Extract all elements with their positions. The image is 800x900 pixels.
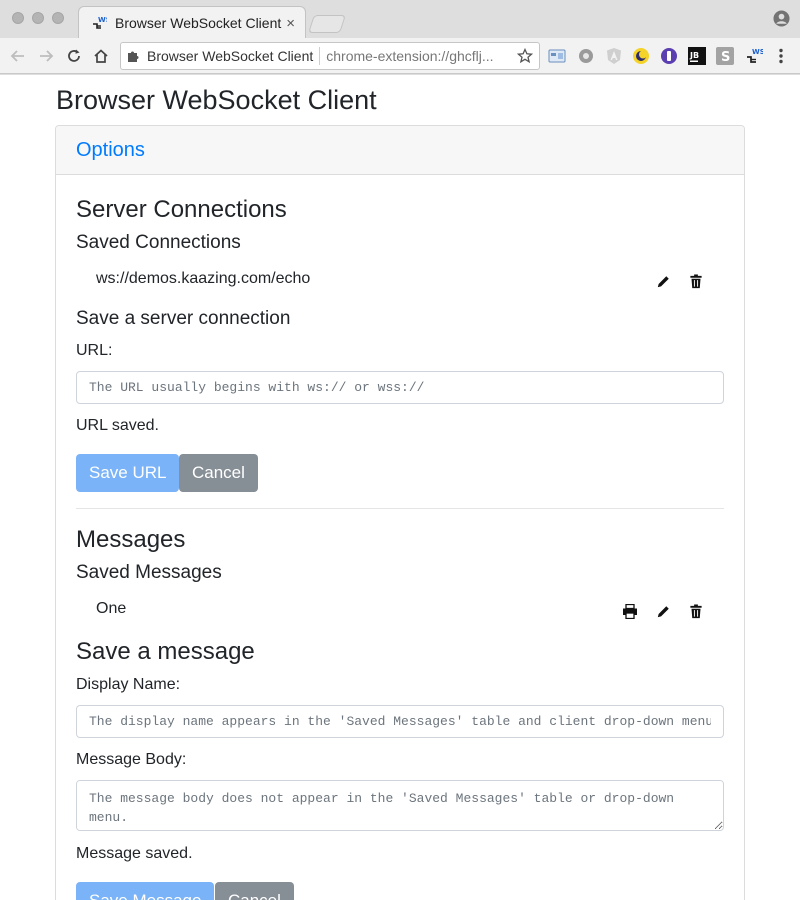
message-body-label: Message Body: — [76, 751, 187, 768]
bookmark-star-icon[interactable] — [517, 48, 533, 64]
trash-icon — [690, 273, 702, 288]
edit-connection-button[interactable] — [654, 272, 672, 290]
options-link[interactable]: Options — [76, 139, 145, 161]
purple-extension-icon[interactable] — [660, 47, 678, 65]
svg-text:JB: JB — [689, 51, 699, 60]
saved-message-name: One — [96, 600, 127, 617]
trash-icon — [690, 603, 702, 618]
angular-extension-icon[interactable] — [605, 47, 623, 65]
section-divider — [76, 508, 724, 509]
browser-toolbar: Browser WebSocket Client chrome-extensio… — [0, 38, 800, 74]
url-label: URL: — [76, 342, 113, 359]
websocket-extension-icon[interactable]: WS — [745, 47, 763, 65]
s-letter-icon: S — [716, 47, 734, 65]
home-button[interactable] — [91, 46, 111, 66]
websocket-favicon-icon: WS — [93, 16, 107, 29]
tab-title: Browser WebSocket Client — [115, 15, 282, 31]
url-saved-status: URL saved. — [76, 417, 159, 434]
options-card-header: Options — [56, 126, 744, 175]
home-icon — [94, 49, 108, 63]
saved-message-row: One — [76, 596, 724, 626]
angular-shield-icon — [607, 48, 621, 64]
screen-extension-icon[interactable] — [548, 47, 566, 65]
arrow-left-icon — [10, 50, 24, 62]
forward-button[interactable] — [36, 46, 56, 66]
reload-icon — [68, 49, 80, 62]
cancel-message-button[interactable]: Cancel — [215, 882, 294, 900]
display-name-input[interactable] — [76, 705, 724, 738]
message-saved-status: Message saved. — [76, 845, 193, 862]
gear-icon — [579, 49, 593, 63]
save-server-connection-heading: Save a server connection — [76, 308, 291, 329]
jetbrains-icon: JB — [688, 47, 706, 65]
omnibox-url: chrome-extension://ghcflj... — [326, 48, 494, 64]
browser-tab-strip: WS Browser WebSocket Client × — [0, 0, 800, 39]
moon-extension-icon[interactable] — [632, 47, 650, 65]
purple-circle-icon — [661, 48, 677, 64]
browser-tab-active[interactable]: WS Browser WebSocket Client × — [78, 6, 306, 39]
websocket-icon: WS — [747, 48, 763, 63]
svg-text:S: S — [721, 50, 730, 65]
omnibox-page-title: Browser WebSocket Client — [147, 48, 314, 64]
window-minimize-button[interactable] — [32, 12, 44, 24]
svg-text:WS: WS — [98, 16, 107, 24]
address-bar[interactable]: Browser WebSocket Client chrome-extensio… — [120, 42, 540, 70]
browser-menu-icon[interactable] — [776, 47, 786, 65]
page-viewport: Browser WebSocket Client Options Server … — [0, 75, 800, 900]
options-card: Options Server Connections Saved Connect… — [55, 125, 745, 900]
printer-icon — [623, 603, 637, 619]
svg-text:WS: WS — [752, 48, 763, 56]
saved-connections-heading: Saved Connections — [76, 232, 241, 253]
display-name-label: Display Name: — [76, 676, 181, 693]
pencil-icon — [657, 605, 669, 617]
save-url-button[interactable]: Save URL — [76, 454, 180, 492]
cancel-url-button[interactable]: Cancel — [179, 454, 258, 492]
server-connections-heading: Server Connections — [76, 196, 287, 223]
omnibox-separator — [319, 47, 321, 65]
arrow-right-icon — [40, 50, 54, 62]
new-tab-button[interactable] — [308, 15, 346, 33]
pencil-icon — [657, 275, 669, 287]
saved-connection-row: ws://demos.kaazing.com/echo — [76, 266, 724, 296]
delete-message-button[interactable] — [687, 602, 705, 620]
window-zoom-button[interactable] — [52, 12, 64, 24]
profile-icon[interactable] — [773, 10, 790, 27]
delete-connection-button[interactable] — [687, 272, 705, 290]
saved-messages-heading: Saved Messages — [76, 562, 222, 583]
reload-button[interactable] — [64, 46, 84, 66]
settings-extension-icon[interactable] — [577, 47, 595, 65]
message-body-textarea[interactable] — [76, 780, 724, 831]
print-message-button[interactable] — [621, 602, 639, 620]
window-close-button[interactable] — [12, 12, 24, 24]
save-message-button[interactable]: Save Message — [76, 882, 215, 900]
tab-close-icon[interactable]: × — [286, 15, 295, 32]
back-button[interactable] — [8, 46, 28, 66]
page-title: Browser WebSocket Client — [56, 85, 377, 115]
saved-connection-url: ws://demos.kaazing.com/echo — [96, 270, 311, 287]
s-extension-icon[interactable]: S — [716, 47, 734, 65]
jetbrains-extension-icon[interactable]: JB — [688, 47, 706, 65]
save-message-heading: Save a message — [76, 638, 255, 665]
url-input[interactable] — [76, 371, 724, 404]
puzzle-piece-icon — [128, 51, 139, 62]
screen-icon — [548, 49, 566, 63]
messages-heading: Messages — [76, 526, 186, 553]
edit-message-button[interactable] — [654, 602, 672, 620]
moon-icon — [633, 48, 649, 64]
